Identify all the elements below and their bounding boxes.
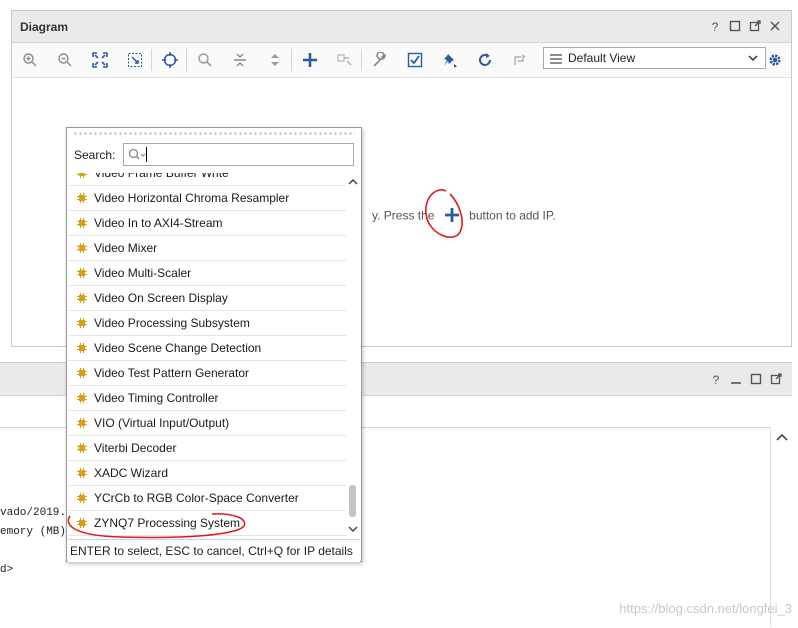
ip-name: Video Timing Controller <box>94 391 219 405</box>
ip-core-icon <box>76 242 88 254</box>
list-item[interactable]: Video Processing Subsystem <box>68 311 346 336</box>
ip-name: VIO (Virtual Input/Output) <box>94 416 230 430</box>
ip-core-icon <box>76 173 88 179</box>
list-icon <box>550 53 562 67</box>
list-item[interactable]: Video Test Pattern Generator <box>68 361 346 386</box>
ip-name: Video Test Pattern Generator <box>94 366 249 380</box>
ip-name: Video On Screen Display <box>94 291 228 305</box>
ip-name: Video In to AXI4-Stream <box>94 216 223 230</box>
diagram-header: Diagram ? <box>12 11 791 43</box>
list-item[interactable]: Video Frame Buffer Write <box>68 173 346 186</box>
chevron-up-icon[interactable] <box>776 431 788 445</box>
ip-catalog-popup: Search: Video Frame Buffer Write Video Ho… <box>66 127 362 562</box>
list-item[interactable]: Video In to AXI4-Stream <box>68 211 346 236</box>
panel-title: Diagram <box>20 20 69 34</box>
ip-core-icon <box>76 467 88 479</box>
watermark: https://blog.csdn.net/longfei_3 <box>619 601 792 616</box>
ip-core-icon <box>76 417 88 429</box>
ip-core-icon <box>76 217 88 229</box>
list-item[interactable]: Video On Screen Display <box>68 286 346 311</box>
diagram-toolbar: Default View <box>12 43 791 78</box>
collapse-all-icon[interactable] <box>227 47 253 73</box>
ip-core-icon <box>76 367 88 379</box>
search-icon[interactable] <box>192 47 218 73</box>
ip-name: Video Horizontal Chroma Resampler <box>94 191 290 205</box>
annotation-circle <box>425 189 463 238</box>
ip-core-icon <box>76 317 88 329</box>
search-label: Search: <box>74 148 116 162</box>
view-select-value: Default View <box>568 51 636 65</box>
gear-icon[interactable] <box>762 47 788 73</box>
ip-core-icon <box>76 292 88 304</box>
restore-icon[interactable] <box>728 20 742 34</box>
ip-name: Video Frame Buffer Write <box>94 173 229 180</box>
console-scrollbar[interactable] <box>770 427 793 627</box>
add-ip-icon[interactable] <box>297 47 323 73</box>
list-item[interactable]: Video Scene Change Detection <box>68 336 346 361</box>
ip-list-scrollbar[interactable] <box>346 173 360 538</box>
console-line: d> <box>0 564 14 576</box>
ip-name: XADC Wizard <box>94 466 169 480</box>
wrench-icon[interactable] <box>367 47 393 73</box>
help-icon[interactable]: ? <box>708 20 722 34</box>
ip-core-icon <box>76 392 88 404</box>
center-icon[interactable] <box>157 47 183 73</box>
text-cursor <box>146 147 147 162</box>
ip-list: Video Frame Buffer Write Video Horizontal… <box>68 173 346 538</box>
float-icon[interactable] <box>769 373 783 387</box>
search-input[interactable] <box>123 143 354 166</box>
zoom-in-icon[interactable] <box>17 47 43 73</box>
expand-all-icon[interactable] <box>262 47 288 73</box>
list-item[interactable]: Video Mixer <box>68 236 346 261</box>
ip-name: YCrCb to RGB Color-Space Converter <box>94 491 299 505</box>
zoom-area-icon[interactable] <box>122 47 148 73</box>
refresh-icon[interactable] <box>472 47 498 73</box>
float-icon[interactable] <box>748 20 762 34</box>
pin-icon[interactable] <box>437 47 463 73</box>
drag-handle[interactable] <box>73 131 355 137</box>
validate-icon[interactable] <box>402 47 428 73</box>
scroll-thumb[interactable] <box>349 485 356 517</box>
list-item[interactable]: Video Timing Controller <box>68 386 346 411</box>
ip-name: Video Scene Change Detection <box>94 341 262 355</box>
zoom-out-icon[interactable] <box>52 47 78 73</box>
ip-core-icon <box>76 267 88 279</box>
make-connection-icon[interactable] <box>332 47 358 73</box>
list-item[interactable]: Viterbi Decoder <box>68 436 346 461</box>
ip-name: Video Mixer <box>94 241 158 255</box>
list-item[interactable]: Video Horizontal Chroma Resampler <box>68 186 346 211</box>
search-icon <box>128 148 146 165</box>
hint-suffix: button to add IP. <box>469 208 556 223</box>
status-bar: ENTER to select, ESC to cancel, Ctrl+Q f… <box>68 539 360 562</box>
chevron-down-icon <box>747 52 759 67</box>
status-text: ENTER to select, ESC to cancel, Ctrl+Q f… <box>70 544 353 558</box>
help-icon[interactable]: ? <box>709 373 723 387</box>
list-item[interactable]: XADC Wizard <box>68 461 346 486</box>
ip-core-icon <box>76 192 88 204</box>
ip-core-icon <box>76 492 88 504</box>
ip-name: Video Multi-Scaler <box>94 266 192 280</box>
view-select[interactable]: Default View <box>543 47 766 69</box>
minimize-icon[interactable] <box>729 373 743 387</box>
annotation-ellipse <box>67 513 246 539</box>
ip-core-icon <box>76 442 88 454</box>
chevron-down-icon[interactable] <box>347 523 359 537</box>
chevron-up-icon[interactable] <box>347 175 359 189</box>
zoom-fit-icon[interactable] <box>87 47 113 73</box>
close-icon[interactable] <box>768 20 782 34</box>
ip-core-icon <box>76 342 88 354</box>
ip-name: Video Processing Subsystem <box>94 316 250 330</box>
ip-name: Viterbi Decoder <box>94 441 177 455</box>
regenerate-layout-icon[interactable] <box>507 47 533 73</box>
restore-icon[interactable] <box>749 373 763 387</box>
list-item[interactable]: Video Multi-Scaler <box>68 261 346 286</box>
list-item[interactable]: VIO (Virtual Input/Output) <box>68 411 346 436</box>
